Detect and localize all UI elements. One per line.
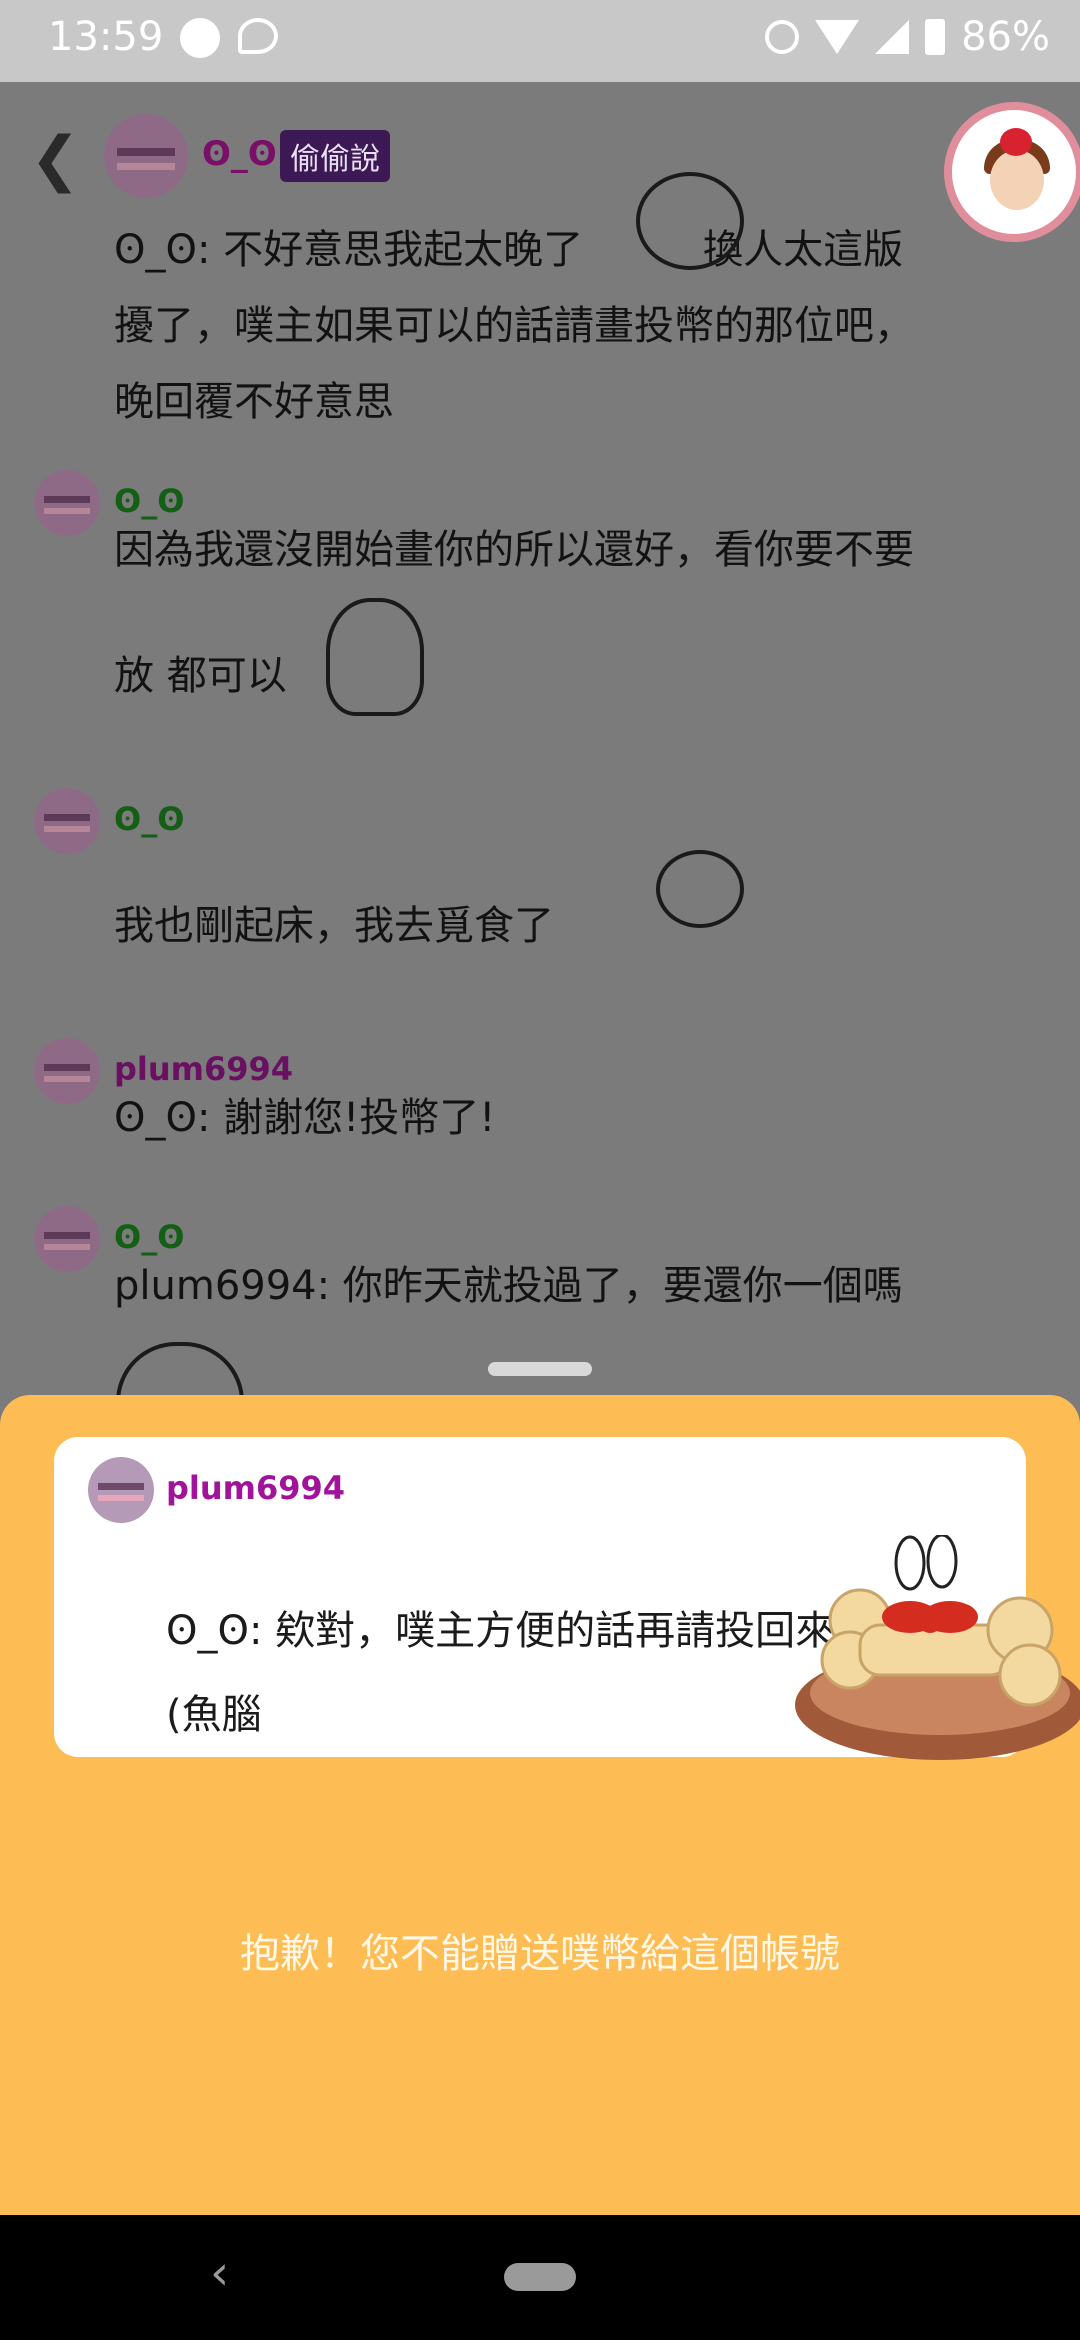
status-time: 13:59: [48, 14, 164, 60]
avatar[interactable]: [34, 470, 100, 536]
gift-coin-sheet: plum6994 ʘ_ʘ: 欸對，噗主方便的話再請投回來 (魚腦 抱歉！您不能贈…: [0, 1395, 1080, 2215]
whisper-badge: 偷偷說: [280, 130, 390, 182]
messenger-icon: [238, 18, 278, 54]
plurk-header: ❮ ʘ_ʘ 偷偷說: [0, 82, 1080, 242]
avatar[interactable]: [34, 1038, 100, 1104]
conversation-view: ❮ ʘ_ʘ 偷偷說 ʘ_ʘ: 不好意思我起太晚了 換人太這版 擾了，噗主如果可以的…: [0, 82, 1080, 1406]
response-text: plum6994: 你昨天就投過了，要還你一個嗎: [114, 1263, 903, 1309]
chevron-left-icon[interactable]: ❮: [30, 124, 80, 194]
response-item: ʘ_ʘ 因為我還沒開始畫你的所以還好，看你要不要 放 都可以: [0, 470, 1080, 716]
nav-home-pill[interactable]: [504, 2263, 576, 2291]
cannot-gift-message: 抱歉！您不能贈送噗幣給這個帳號: [240, 1931, 840, 1977]
stick-figure-sticker: [656, 850, 744, 928]
system-nav-bar: ‹: [0, 2215, 1080, 2340]
response-text: ʘ_ʘ: 不好意思我起太晚了 換人太這版 擾了，噗主如果可以的話請畫投幣的那位吧，…: [114, 227, 914, 425]
quoted-user-name: plum6994: [166, 1469, 346, 1507]
signal-icon: [875, 20, 910, 54]
battery-percent: 86%: [961, 14, 1050, 60]
status-bar: 13:59 86%: [0, 0, 1080, 82]
response-item: ʘ_ʘ: 不好意思我起太晚了 換人太這版 擾了，噗主如果可以的話請畫投幣的那位吧，…: [0, 172, 1080, 425]
wifi-icon: [815, 20, 860, 54]
sheet-drag-handle[interactable]: [488, 1362, 592, 1376]
poster-name[interactable]: ʘ_ʘ: [202, 134, 277, 174]
bone-gift-illustration: [795, 1535, 1080, 1760]
quoted-text: ʘ_ʘ: 欸對，噗主方便的話再請投回來 (魚腦: [166, 1608, 836, 1738]
response-text: 我也剛起床，我去覓食了: [114, 903, 554, 949]
avatar[interactable]: [34, 1206, 100, 1272]
response-item: plum6994 ʘ_ʘ: 謝謝您!投幣了!: [0, 1038, 1080, 1158]
response-text: ʘ_ʘ: 謝謝您!投幣了!: [114, 1095, 496, 1141]
avatar[interactable]: [104, 114, 188, 198]
moomin-sticker: [326, 598, 424, 716]
nav-back-icon[interactable]: ‹: [210, 2245, 229, 2301]
responder-name[interactable]: ʘ_ʘ: [114, 800, 184, 838]
notification-icons: [180, 18, 278, 58]
system-icons: 86%: [765, 14, 1050, 60]
alarm-icon: [765, 20, 800, 54]
response-text: 因為我還沒開始畫你的所以還好，看你要不要 放 都可以: [114, 527, 914, 699]
response-item: ʘ_ʘ plum6994: 你昨天就投過了，要還你一個嗎: [0, 1206, 1080, 1406]
response-item: ʘ_ʘ 我也剛起床，我去覓食了: [0, 788, 1080, 949]
battery-icon: [925, 19, 946, 55]
avatar: [88, 1457, 154, 1523]
troll-face-sticker: [636, 172, 744, 270]
fox-icon: [180, 18, 220, 58]
avatar[interactable]: [34, 788, 100, 854]
